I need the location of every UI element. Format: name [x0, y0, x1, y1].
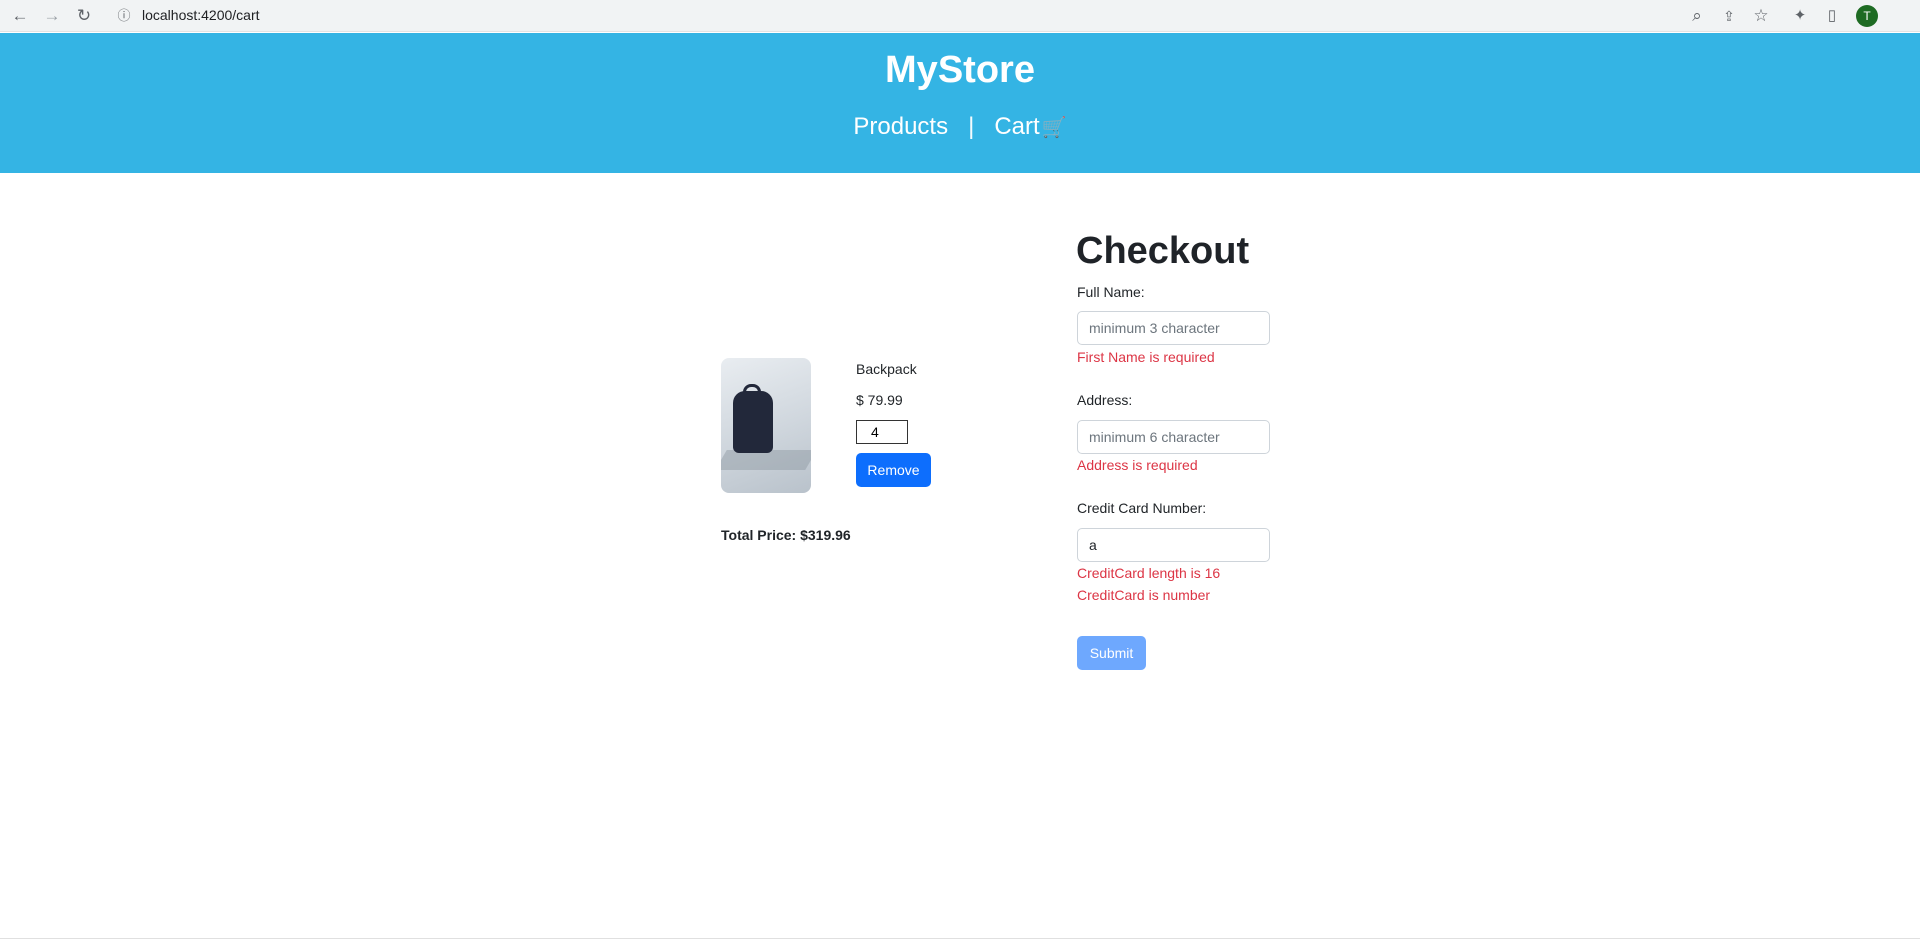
forward-arrow-icon[interactable]: →	[42, 6, 62, 26]
nav-cart-link[interactable]: Cart 🛒	[994, 113, 1066, 141]
credit-card-label: Credit Card Number:	[1077, 500, 1207, 516]
nav-products-link[interactable]: Products	[853, 113, 948, 141]
checkout-title: Checkout	[1076, 230, 1250, 272]
nav-cart-label[interactable]: Cart	[994, 113, 1039, 140]
full-name-label: Full Name:	[1077, 284, 1145, 300]
sidepanel-icon[interactable]: ▯	[1822, 6, 1842, 26]
browser-toolbar: ← → ↻ ⓘ localhost:4200/cart ⌕ ⇪ ☆ ✦ ▯ T	[0, 0, 1920, 32]
address-error: Address is required	[1077, 457, 1198, 473]
main-nav: Products | Cart 🛒	[0, 113, 1920, 141]
reload-icon[interactable]: ↻	[74, 6, 94, 26]
share-icon[interactable]: ⇪	[1719, 6, 1739, 26]
total-price: Total Price: $319.96	[721, 527, 851, 543]
profile-avatar[interactable]: T	[1856, 5, 1878, 27]
brand-title[interactable]: MyStore	[0, 49, 1920, 92]
credit-card-number-error: CreditCard is number	[1077, 587, 1211, 603]
full-name-input[interactable]	[1077, 311, 1270, 345]
star-icon[interactable]: ☆	[1751, 6, 1771, 26]
address-bar-url[interactable]: localhost:4200/cart	[142, 7, 260, 23]
back-arrow-icon[interactable]: ←	[10, 6, 30, 26]
address-input[interactable]	[1077, 420, 1270, 454]
info-icon[interactable]: ⓘ	[114, 6, 134, 26]
address-bar[interactable]	[108, 2, 1658, 30]
shopping-cart-icon[interactable]: 🛒	[1042, 117, 1067, 139]
product-name: Backpack	[856, 361, 917, 377]
zoom-icon[interactable]: ⌕	[1687, 6, 1707, 26]
full-name-error: First Name is required	[1077, 349, 1215, 365]
product-price: $ 79.99	[856, 392, 903, 408]
extensions-icon[interactable]: ✦	[1790, 6, 1810, 26]
address-label: Address:	[1077, 392, 1133, 408]
remove-button[interactable]: Remove	[856, 453, 931, 487]
nav-separator: |	[968, 113, 975, 140]
quantity-input[interactable]	[856, 420, 908, 444]
site-header: MyStore Products | Cart 🛒	[0, 33, 1920, 173]
credit-card-length-error: CreditCard length is 16	[1077, 565, 1221, 581]
product-image	[721, 358, 811, 493]
submit-button[interactable]: Submit	[1077, 636, 1146, 670]
credit-card-input[interactable]	[1077, 528, 1270, 562]
backpack-illustration	[733, 391, 773, 453]
